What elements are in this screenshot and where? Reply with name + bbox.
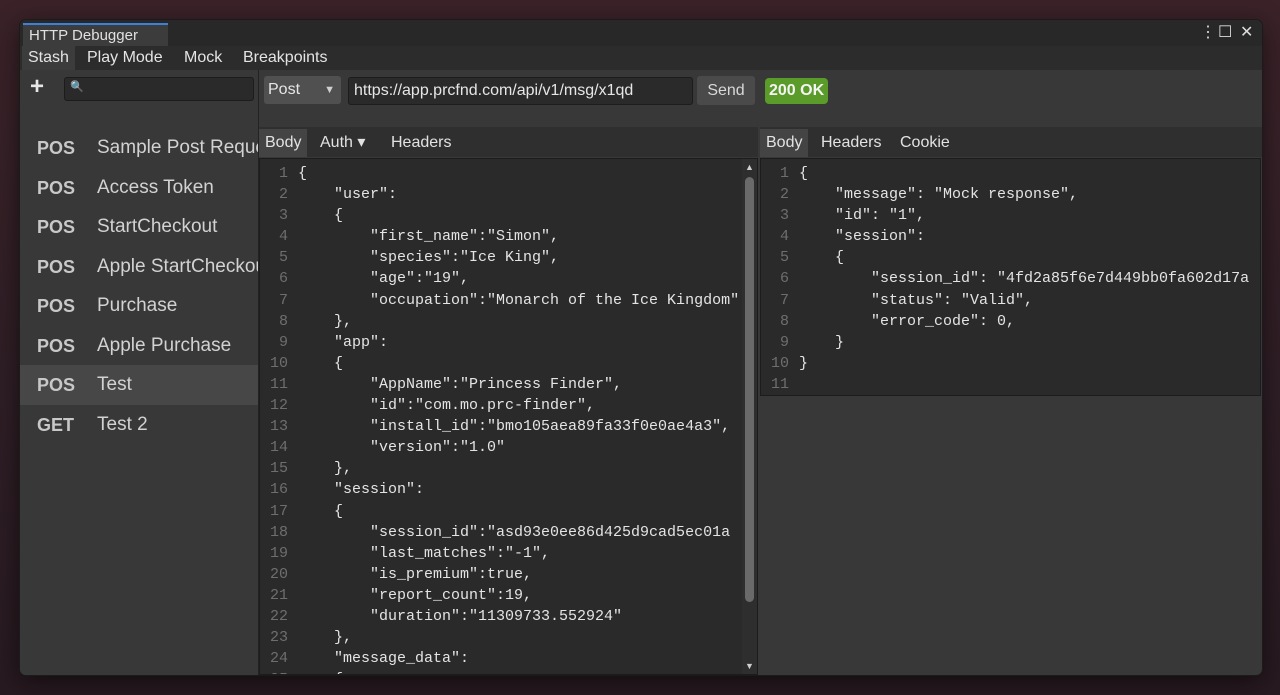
menu-stash[interactable]: Stash (22, 46, 75, 70)
request-name: Test 2 (97, 413, 148, 435)
request-sidebar: + 🔍 POS Sample Post Request POS Access T… (20, 70, 259, 675)
request-body-editor[interactable]: 1 2 3 4 5 6 7 8 9 10 11 12 13 14 15 16 1… (259, 158, 758, 675)
request-name: Apple Purchase (97, 334, 232, 356)
response-panel: 200 OK Body Headers Cookie 1 2 3 4 5 6 7… (760, 70, 1262, 675)
menu-bar: Stash Play Mode Mock Breakpoints (20, 46, 1262, 70)
request-item[interactable]: POS Access Token (20, 168, 258, 208)
request-name: StartCheckout (97, 216, 218, 237)
method-value: Post (268, 81, 301, 98)
scroll-down-icon[interactable]: ▼ (745, 661, 754, 671)
menu-play-mode[interactable]: Play Mode (81, 46, 169, 70)
line-numbers: 1 2 3 4 5 6 7 8 9 10 11 (770, 165, 789, 393)
request-item[interactable]: POS Apple Purchase (20, 326, 258, 366)
request-item[interactable]: POS Sample Post Request (20, 128, 258, 168)
request-item[interactable]: POS Apple StartCheckout (20, 247, 258, 287)
request-method: POS (37, 217, 76, 237)
request-name: Sample Post Request (97, 137, 258, 158)
request-tabs: Body Auth ▾ Headers (259, 127, 758, 157)
scrollbar-thumb[interactable] (745, 177, 754, 602)
request-method: POS (37, 335, 76, 356)
request-list: POS Sample Post Request POS Access Token… (20, 128, 258, 444)
request-name: Test (97, 374, 132, 395)
menu-breakpoints[interactable]: Breakpoints (237, 46, 334, 70)
tab-response-body[interactable]: Body (760, 129, 809, 157)
request-method: POS (37, 138, 76, 158)
request-method: POS (37, 256, 76, 277)
request-name: Purchase (97, 295, 178, 316)
maximize-icon[interactable]: ☐ (1218, 23, 1232, 43)
response-tabs: Body Headers Cookie (760, 127, 1262, 157)
more-options-icon[interactable]: ⋮ (1200, 23, 1216, 43)
close-icon[interactable]: ✕ (1240, 23, 1253, 43)
url-input[interactable] (348, 77, 693, 105)
request-body-text[interactable]: { "user": { "first_name":"Simon", "speci… (298, 163, 739, 674)
request-panel: Post ▼ Send Body Auth ▾ Headers 1 2 3 4 … (259, 70, 758, 675)
request-item[interactable]: POS Purchase (20, 286, 258, 326)
response-body-text[interactable]: { "message": "Mock response", "id": "1",… (799, 163, 1249, 374)
tab-auth[interactable]: Auth ▾ (314, 129, 371, 157)
tab-headers[interactable]: Headers (385, 129, 457, 157)
tab-response-headers[interactable]: Headers (815, 129, 887, 157)
request-item[interactable]: POS StartCheckout (20, 207, 258, 247)
response-body-editor[interactable]: 1 2 3 4 5 6 7 8 9 10 11 { "message": "Mo… (760, 158, 1261, 396)
chevron-down-icon: ▼ (324, 84, 335, 96)
request-name: Apple StartCheckout (97, 255, 258, 277)
add-request-button[interactable]: + (30, 74, 44, 100)
tab-body[interactable]: Body (259, 129, 308, 157)
search-input[interactable] (85, 80, 250, 98)
request-item-selected[interactable]: POS Test (20, 365, 258, 405)
search-box: 🔍 (64, 77, 254, 101)
menu-mock[interactable]: Mock (178, 46, 228, 70)
vertical-scrollbar[interactable]: ▲ ▼ (742, 159, 757, 674)
status-badge: 200 OK (765, 78, 829, 104)
response-header (760, 70, 1262, 112)
request-name: Access Token (97, 176, 214, 198)
request-method: POS (37, 296, 76, 316)
send-button[interactable]: Send (697, 76, 755, 105)
request-method: GET (37, 414, 75, 435)
scroll-up-icon[interactable]: ▲ (745, 162, 754, 172)
title-bar: HTTP Debugger ⋮ ☐ ✕ (20, 20, 1262, 46)
tab-cookie[interactable]: Cookie (894, 129, 956, 157)
request-method: POS (37, 177, 76, 198)
window-title[interactable]: HTTP Debugger (23, 23, 168, 46)
line-numbers: 1 2 3 4 5 6 7 8 9 10 11 12 13 14 15 16 1… (269, 165, 288, 674)
method-select[interactable]: Post ▼ (264, 76, 341, 104)
request-method: POS (37, 375, 76, 395)
search-icon: 🔍 (70, 81, 84, 93)
request-item[interactable]: GET Test 2 (20, 405, 258, 445)
http-debugger-window: HTTP Debugger ⋮ ☐ ✕ Stash Play Mode Mock… (20, 20, 1262, 675)
